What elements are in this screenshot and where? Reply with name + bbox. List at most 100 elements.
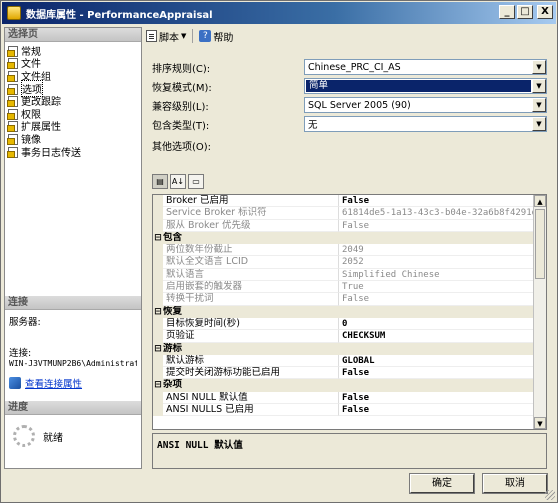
property-row[interactable]: 默认语言 Simplified Chinese — [153, 268, 546, 282]
property-value[interactable]: False — [339, 404, 546, 417]
property-value[interactable]: GLOBAL — [339, 355, 546, 368]
maximize-button[interactable]: □ — [517, 5, 533, 19]
chevron-down-icon[interactable]: ▼ — [532, 98, 546, 112]
property-description: ANSI NULL 默认值 — [152, 433, 547, 469]
right-panel: 脚本 ▼ ? 帮助 排序规则(C): Chinese_PRC_CI_AS ▼ 恢… — [144, 27, 555, 469]
recovery-model-select[interactable]: 简单 ▼ — [304, 78, 547, 94]
ok-button[interactable]: 确定 — [409, 473, 475, 494]
property-value[interactable]: False — [339, 392, 546, 405]
collation-row: 排序规则(C): Chinese_PRC_CI_AS ▼ — [152, 59, 547, 75]
scroll-up-icon[interactable]: ▲ — [534, 195, 546, 207]
vertical-scrollbar[interactable]: ▲ ▼ — [533, 195, 546, 429]
resize-grip-icon[interactable] — [545, 490, 555, 500]
options-content: 排序规则(C): Chinese_PRC_CI_AS ▼ 恢复模式(M): 简单… — [144, 49, 555, 469]
title-bar[interactable]: 数据库属性 - PerformanceAppraisal _ □ X — [2, 2, 556, 24]
chevron-down-icon[interactable]: ▼ — [532, 117, 546, 131]
other-options-row: 其他选项(O): — [152, 137, 547, 153]
page-icon — [7, 57, 18, 70]
minimize-button[interactable]: _ — [499, 5, 515, 19]
script-icon — [146, 30, 157, 42]
scrollbar-thumb[interactable] — [535, 209, 545, 279]
compatibility-level-select[interactable]: SQL Server 2005 (90) ▼ — [304, 97, 547, 113]
collapse-icon[interactable]: ⊟ — [153, 306, 163, 318]
containment-type-select[interactable]: 无 ▼ — [304, 116, 547, 132]
connection-label: 连接: — [9, 348, 32, 359]
property-category[interactable]: ⊟ 杂项 — [153, 379, 546, 392]
property-row[interactable]: 默认全文语言 LCID 2052 — [153, 256, 546, 269]
other-options-label: 其他选项(O): — [152, 141, 212, 153]
property-row[interactable]: Service Broker 标识符 61814de5-1a13-43c3-b04… — [153, 207, 546, 220]
page-icon — [7, 133, 18, 145]
chevron-down-icon[interactable]: ▼ — [532, 79, 546, 93]
toolbar-separator — [192, 29, 194, 43]
collapse-icon[interactable]: ⊟ — [153, 379, 163, 391]
property-row-margin — [153, 281, 163, 294]
compatibility-level-label: 兼容级别(L): — [152, 101, 209, 113]
collapse-icon[interactable]: ⊟ — [153, 232, 163, 244]
property-value[interactable]: CHECKSUM — [339, 330, 546, 343]
property-row[interactable]: ANSI NULL 默认值 False — [153, 391, 546, 405]
alphabetical-sort-button[interactable]: A↓ — [170, 174, 186, 189]
property-category[interactable]: ⊟ 包含 — [153, 231, 546, 245]
connection-section: 连接 服务器: 连接: WIN-J3VTMUNP2B6\Administrat … — [5, 296, 141, 394]
property-row[interactable]: ANSI NULLS 已启用 False — [153, 404, 546, 417]
property-name: ANSI NULL 默认值 — [163, 391, 339, 405]
property-row[interactable]: 默认游标 GLOBAL — [153, 354, 546, 368]
sidebar-item[interactable]: 事务日志传送 — [7, 145, 141, 159]
property-row[interactable]: 提交时关闭游标功能已启用 False — [153, 367, 546, 380]
property-row[interactable]: Broker 已启用 False — [153, 195, 546, 208]
script-button[interactable]: 脚本 ▼ — [146, 29, 186, 44]
property-row-margin — [153, 367, 163, 380]
property-value[interactable]: 2049 — [339, 244, 546, 257]
view-connection-properties-link[interactable]: 查看连接属性 — [9, 376, 137, 390]
property-rows: Broker 已启用 False Service Broker 标识符 61814de… — [153, 195, 546, 417]
progress-status: 就绪 — [43, 432, 63, 444]
chevron-down-icon[interactable]: ▼ — [181, 32, 186, 40]
scroll-down-icon[interactable]: ▼ — [534, 417, 546, 429]
collapse-icon[interactable]: ⊟ — [153, 343, 163, 355]
database-icon — [7, 6, 21, 20]
view-connection-properties-text[interactable]: 查看连接属性 — [25, 376, 82, 390]
property-row[interactable]: 页验证 CHECKSUM — [153, 330, 546, 343]
property-name: 页验证 — [163, 330, 339, 343]
chevron-down-icon[interactable]: ▼ — [532, 60, 546, 74]
property-value[interactable]: 2052 — [339, 256, 546, 269]
page-icon — [7, 45, 18, 57]
property-name: 默认语言 — [163, 268, 339, 282]
property-value[interactable]: 61814de5-1a13-43c3-b04e-32a6b8f4291d — [339, 207, 546, 220]
property-row-margin — [153, 330, 163, 343]
property-row[interactable]: 两位数年份截止 2049 — [153, 244, 546, 257]
page-icon — [7, 146, 18, 158]
property-row[interactable]: 服从 Broker 优先级 False — [153, 219, 546, 232]
property-row[interactable]: 目标恢复时间(秒) 0 — [153, 317, 546, 331]
property-name: 转换干扰词 — [163, 293, 339, 306]
property-row[interactable]: 启用嵌套的触发器 True — [153, 281, 546, 294]
dialog-footer: 确定 取消 — [1, 471, 557, 502]
property-category[interactable]: ⊟ 恢复 — [153, 305, 546, 318]
sidebar-item-label: 事务日志传送 — [21, 147, 81, 159]
property-row[interactable]: 转换干扰词 False — [153, 293, 546, 306]
categorized-view-button[interactable]: ▤ — [152, 174, 168, 189]
help-button[interactable]: ? 帮助 — [199, 29, 233, 44]
cancel-button[interactable]: 取消 — [482, 473, 548, 494]
property-category[interactable]: ⊟ 游标 — [153, 342, 546, 355]
collation-select[interactable]: Chinese_PRC_CI_AS ▼ — [304, 59, 547, 75]
property-row-margin — [153, 219, 163, 232]
property-value[interactable]: False — [339, 293, 546, 306]
property-value[interactable]: Simplified Chinese — [339, 269, 546, 282]
property-pages-button[interactable]: ▭ — [188, 174, 204, 189]
left-panel: 选择页 常规 文件 文件组 选项 更改跟踪 权限 扩展属性 镜像 事务日志传送 连接 服务器: … — [4, 27, 142, 469]
property-value[interactable]: True — [339, 281, 546, 294]
property-value[interactable]: 0 — [339, 318, 546, 331]
property-row-margin — [153, 244, 163, 257]
property-value[interactable]: False — [339, 195, 546, 208]
compatibility-level-row: 兼容级别(L): SQL Server 2005 (90) ▼ — [152, 97, 547, 113]
server-label: 服务器: — [9, 317, 41, 328]
close-button[interactable]: X — [537, 5, 553, 19]
property-row-margin — [153, 256, 163, 269]
property-value[interactable]: False — [339, 367, 546, 380]
property-value[interactable]: False — [339, 220, 546, 232]
collation-value: Chinese_PRC_CI_AS — [308, 61, 401, 73]
property-name: 启用嵌套的触发器 — [163, 281, 339, 294]
compatibility-level-value: SQL Server 2005 (90) — [308, 99, 411, 111]
